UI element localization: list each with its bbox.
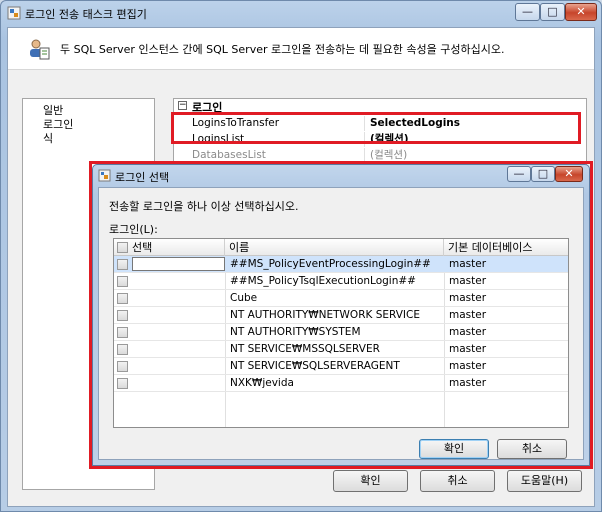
nav-item-expressions[interactable]: 식 — [43, 130, 53, 146]
collapse-icon[interactable]: − — [178, 101, 187, 110]
window-title: 로그인 전송 태스크 편집기 — [25, 8, 147, 21]
help-button[interactable]: 도움말(H) — [507, 470, 582, 492]
window-app-icon — [7, 6, 21, 20]
minimize-button[interactable]: — — [515, 3, 540, 21]
editor-description: 두 SQL Server 인스턴스 간에 SQL Server 로그인을 전송하… — [60, 43, 505, 56]
editor-header: 두 SQL Server 인스턴스 간에 SQL Server 로그인을 전송하… — [8, 28, 594, 70]
login-transfer-icon — [28, 38, 50, 60]
properties-highlight — [171, 112, 581, 144]
dialog-highlight — [89, 161, 593, 469]
close-button[interactable]: ✕ — [565, 3, 597, 21]
ok-button[interactable]: 확인 — [333, 470, 408, 492]
cancel-button[interactable]: 취소 — [420, 470, 495, 492]
maximize-button[interactable]: □ — [540, 3, 565, 21]
